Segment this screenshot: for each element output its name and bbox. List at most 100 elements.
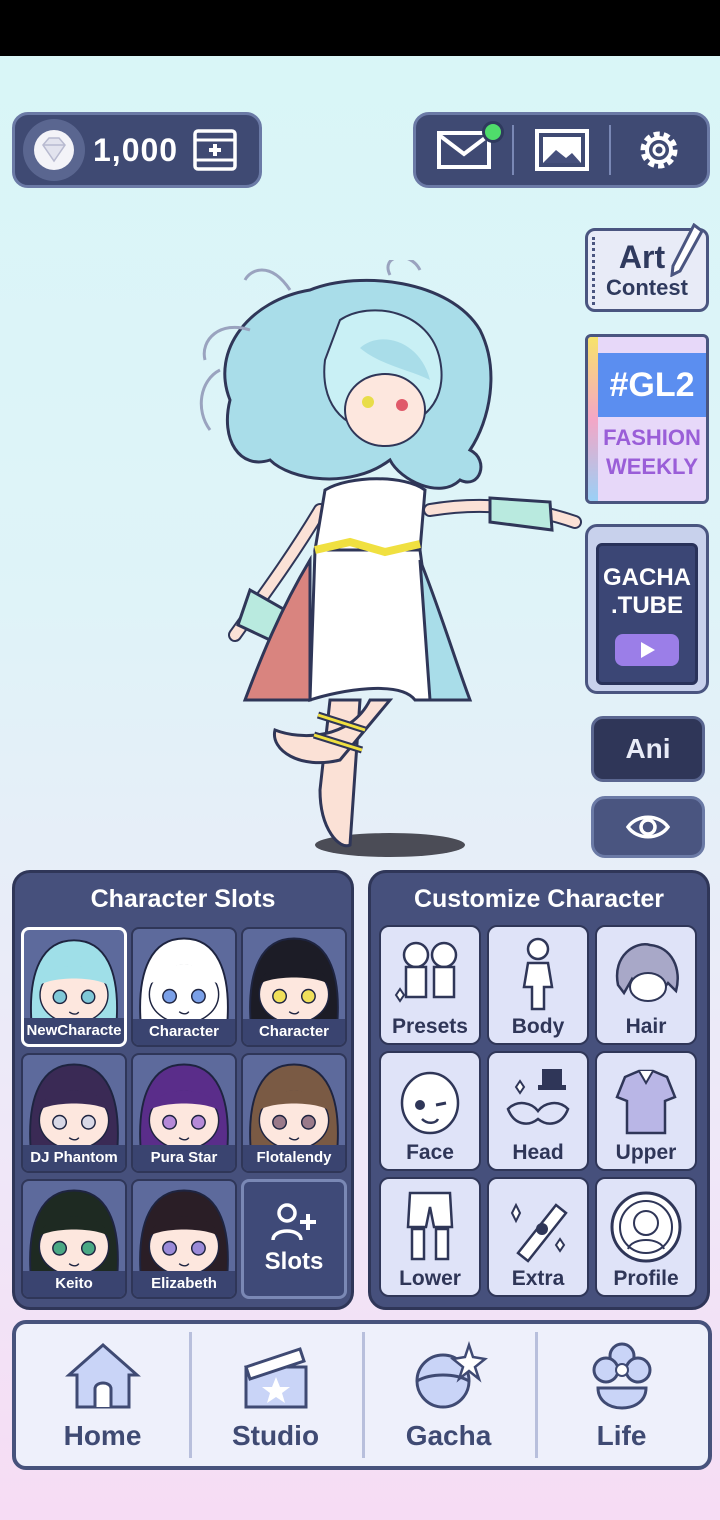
- currency-bar: 1,000: [12, 112, 262, 188]
- ani-button[interactable]: Ani: [591, 716, 705, 782]
- gacha-tube-screen: GACHA .TUBE: [596, 543, 698, 685]
- top-right-toolbar: [413, 112, 710, 188]
- character-slot[interactable]: DJ Phantom: [21, 1053, 127, 1173]
- customize-upper-button[interactable]: Upper: [595, 1051, 697, 1171]
- studio-icon: [243, 1347, 307, 1409]
- gacha-tube-line2: .TUBE: [611, 592, 683, 619]
- gacha-tube-line1: GACHA: [603, 564, 691, 591]
- customize-head-button[interactable]: Head: [487, 1051, 589, 1171]
- character-slot[interactable]: Flotalendy: [241, 1053, 347, 1173]
- slot-label: NewCharacte: [24, 1018, 124, 1044]
- character-slot[interactable]: NewCharacte: [21, 927, 127, 1047]
- profile-icon: [610, 1191, 682, 1263]
- mail-button[interactable]: [416, 115, 512, 185]
- customize-label: Lower: [399, 1267, 461, 1290]
- slot-label: DJ Phantom: [23, 1145, 125, 1171]
- character-slots-panel: Character Slots NewCharacte Character Ch…: [12, 870, 354, 1310]
- art-contest-button[interactable]: Art Contest: [585, 223, 709, 312]
- gacha-tube-button[interactable]: GACHA .TUBE: [585, 524, 709, 694]
- presets-icon: [394, 941, 458, 1003]
- notification-dot: [482, 121, 504, 143]
- character-slots-title: Character Slots: [90, 885, 276, 913]
- customize-label: Extra: [511, 1267, 565, 1290]
- nav-studio-label: Studio: [231, 1420, 320, 1451]
- character-avatar: [30, 939, 118, 1025]
- slot-label: Flotalendy: [243, 1145, 345, 1171]
- nav-life-label: Life: [596, 1420, 647, 1451]
- nav-life[interactable]: Life: [535, 1324, 708, 1466]
- body-icon: [522, 937, 554, 1011]
- magazine-spine: [588, 337, 598, 501]
- nav-studio[interactable]: Studio: [189, 1324, 362, 1466]
- settings-icon: [640, 131, 678, 169]
- face-icon: [400, 1071, 460, 1135]
- customize-label: Upper: [615, 1141, 677, 1164]
- character-avatar: [139, 1189, 229, 1277]
- gem-amount: 1,000: [93, 131, 179, 168]
- character-illustration[interactable]: [190, 260, 600, 870]
- nav-home[interactable]: Home: [16, 1324, 189, 1466]
- nav-home-label: Home: [63, 1420, 142, 1451]
- status-bar: [0, 0, 720, 56]
- head-icon: [506, 1069, 570, 1125]
- character-slot[interactable]: Character: [241, 927, 347, 1047]
- art-contest-line2: Contest: [606, 275, 688, 300]
- customize-face-button[interactable]: Face: [379, 1051, 481, 1171]
- gallery-button[interactable]: [514, 115, 610, 185]
- play-icon: [615, 634, 679, 666]
- upper-icon: [615, 1069, 677, 1135]
- customize-label: Presets: [392, 1015, 468, 1038]
- life-icon: [592, 1342, 651, 1410]
- character-slot[interactable]: Elizabeth: [131, 1179, 237, 1299]
- gem-icon: [23, 119, 85, 181]
- character-avatar: [29, 1063, 119, 1151]
- gl2-line2: WEEKLY: [605, 454, 699, 479]
- customize-hair-button[interactable]: Hair: [595, 925, 697, 1045]
- extra-icon: [510, 1202, 568, 1263]
- customize-label: Body: [511, 1015, 565, 1038]
- gl2-title: #GL2: [598, 353, 706, 417]
- lower-icon: [406, 1191, 454, 1261]
- character-avatar: [139, 937, 229, 1025]
- slot-grid: NewCharacte Character Character DJ Phant…: [21, 927, 347, 1299]
- character-slot[interactable]: Character: [131, 927, 237, 1047]
- video-add-icon[interactable]: [190, 125, 240, 175]
- customize-extra-button[interactable]: Extra: [487, 1177, 589, 1297]
- add-slots-label: Slots: [264, 1248, 324, 1275]
- character-avatar: [139, 1063, 229, 1151]
- gl2-line1: FASHION: [603, 425, 701, 450]
- gacha-icon: [415, 1341, 488, 1409]
- visibility-toggle[interactable]: [591, 796, 705, 858]
- bottom-navigation: Home Studio Gacha Life: [12, 1320, 712, 1470]
- customize-grid: Presets Body Hair Face Head Upper Lower: [379, 925, 697, 1297]
- nav-gacha-label: Gacha: [405, 1420, 492, 1451]
- customize-presets-button[interactable]: Presets: [379, 925, 481, 1045]
- customize-label: Hair: [625, 1015, 667, 1038]
- gl2-fashion-weekly-button[interactable]: #GL2 FASHION WEEKLY: [585, 334, 709, 504]
- slot-label: Keito: [23, 1271, 125, 1297]
- settings-button[interactable]: [611, 115, 707, 185]
- character-avatar: [249, 1063, 339, 1151]
- nav-gacha[interactable]: Gacha: [362, 1324, 535, 1466]
- notebook-spine: [592, 237, 602, 305]
- slot-label: Elizabeth: [133, 1271, 235, 1297]
- eye-icon: [625, 815, 671, 839]
- home-icon: [64, 1342, 141, 1409]
- customize-character-panel: Customize Character Presets Body Hair Fa…: [368, 870, 710, 1310]
- add-slots-button[interactable]: Slots: [241, 1179, 347, 1299]
- customize-body-button[interactable]: Body: [487, 925, 589, 1045]
- character-slot[interactable]: Pura Star: [131, 1053, 237, 1173]
- pencil-icon: [670, 223, 704, 277]
- character-avatar: [249, 937, 339, 1025]
- customize-title: Customize Character: [413, 885, 665, 913]
- gallery-icon: [534, 129, 589, 171]
- customize-label: Head: [512, 1141, 564, 1164]
- add-user-icon: [271, 1203, 316, 1241]
- character-slot[interactable]: Keito: [21, 1179, 127, 1299]
- slot-label: Character: [243, 1019, 345, 1045]
- customize-label: Face: [406, 1141, 454, 1164]
- customize-profile-button[interactable]: Profile: [595, 1177, 697, 1297]
- customize-label: Profile: [613, 1267, 679, 1290]
- customize-lower-button[interactable]: Lower: [379, 1177, 481, 1297]
- hair-icon: [615, 943, 679, 1002]
